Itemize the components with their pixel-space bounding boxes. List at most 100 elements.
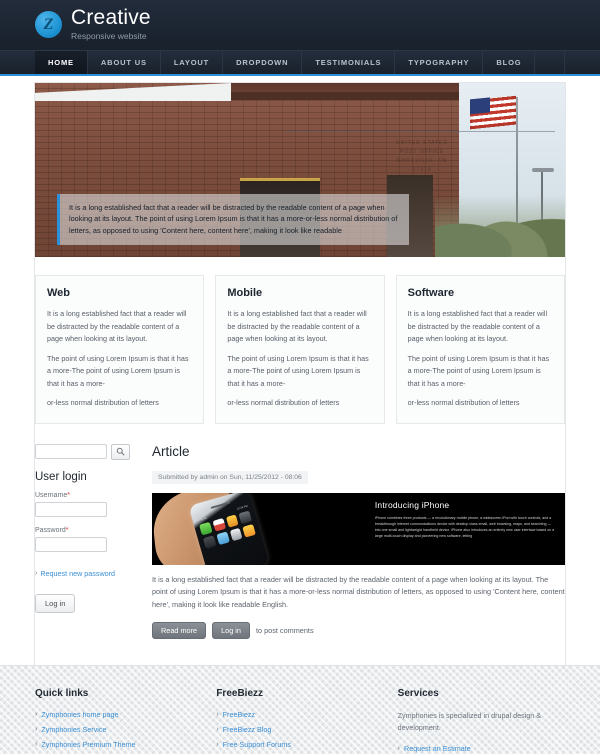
- nav-item-typography[interactable]: TYPOGRAPHY: [395, 51, 484, 74]
- status-carrier: Cingular: [197, 515, 208, 521]
- article-submitted-meta: Submitted by admin on Sun, 11/25/2012 - …: [152, 470, 308, 484]
- footer-link-request-an-estimate[interactable]: › Request an Estimate: [398, 744, 565, 753]
- hero-sign-line-3: KNOXVILLE, TN: [396, 158, 448, 164]
- footer-links-section: Quick links › Zymphonies home page › Zym…: [0, 665, 600, 754]
- stocks-app-icon: [229, 527, 243, 541]
- article-login-button[interactable]: Log in: [212, 622, 250, 639]
- chevron-right-icon: ›: [216, 741, 219, 748]
- nav-item-layout[interactable]: LAYOUT: [161, 51, 224, 74]
- footer-link-zymphonies-home-page[interactable]: › Zymphonies home page: [35, 710, 202, 719]
- required-marker: *: [65, 526, 69, 534]
- footer-link-label: FreeBiezz: [222, 710, 256, 719]
- hero-sign-line-4: 37919: [412, 167, 432, 173]
- footer-link-free-support-forums[interactable]: › Free Support Forums: [216, 740, 383, 749]
- card-paragraph-3: or-less normal distribution of letters: [407, 398, 520, 407]
- footer-link-label: Request an Estimate: [404, 744, 471, 753]
- chevron-right-icon: ›: [397, 745, 400, 752]
- sidebar: User login Username* Password* › Request…: [35, 443, 138, 640]
- password-label-text: Password: [35, 526, 66, 534]
- maps-app-icon: [216, 530, 230, 545]
- brand-subtitle: Responsive website: [71, 31, 147, 41]
- footer-link-label: Free Support Forums: [222, 740, 291, 749]
- footer-column-title: Quick links: [35, 688, 89, 699]
- footer-link-freebiezz[interactable]: › FreeBiezz: [216, 710, 383, 719]
- nav-item-blog[interactable]: BLOG: [483, 51, 536, 74]
- card-web[interactable]: Web It is a long established fact that a…: [35, 275, 205, 424]
- footer-link-label: FreeBiezz Blog: [222, 725, 272, 734]
- card-mobile[interactable]: Mobile It is a long established fact tha…: [215, 275, 385, 424]
- earpiece-icon: [210, 500, 231, 509]
- read-more-button[interactable]: Read more: [152, 622, 207, 639]
- password-input[interactable]: [35, 536, 107, 552]
- card-paragraph-2: The point of using Lorem Ipsum is that i…: [407, 353, 550, 388]
- chevron-right-icon: ›: [35, 711, 38, 718]
- footer-link-label: Zymphonies Service: [41, 725, 107, 734]
- main-navigation: HOME ABOUT US LAYOUT DROPDOWN TESTIMONIA…: [0, 50, 600, 74]
- feature-cards: Web It is a long established fact that a…: [35, 257, 565, 424]
- article-image-iphone-banner: Cingular 12:34 PM Introducing iPhone iPh…: [152, 492, 565, 565]
- nav-spacer: [535, 51, 565, 74]
- iphone-banner-text: Introducing iPhone iPhone combines three…: [371, 493, 565, 565]
- required-marker: *: [67, 491, 71, 499]
- footer-link-freebiezz-blog[interactable]: › FreeBiezz Blog: [216, 725, 383, 734]
- hero-parapet: [231, 92, 459, 100]
- card-paragraph-1: It is a long established fact that a rea…: [47, 309, 187, 343]
- card-paragraph-1: It is a long established fact that a rea…: [227, 309, 367, 343]
- site-brand[interactable]: Z Creative Responsive website: [35, 0, 565, 42]
- page-container: UNITED STATES POST OFFICE KNOXVILLE, TN …: [35, 83, 565, 665]
- page-title: Article: [152, 443, 190, 459]
- us-flag-icon: [470, 94, 516, 130]
- nav-item-home[interactable]: HOME: [35, 51, 88, 74]
- user-login-title: User login: [35, 470, 87, 483]
- content-area: Article Submitted by admin on Sun, 11/25…: [152, 443, 565, 639]
- search-block: [35, 443, 138, 460]
- footer-column-quick-links: Quick links › Zymphonies home page › Zym…: [35, 688, 202, 754]
- card-software[interactable]: Software It is a long established fact t…: [395, 275, 565, 424]
- post-comments-note: to post comments: [256, 626, 314, 635]
- sidebar-login-button[interactable]: Log in: [35, 593, 76, 613]
- username-label-text: Username: [35, 491, 68, 499]
- footer-link-zymphonies-service[interactable]: › Zymphonies Service: [35, 725, 202, 734]
- request-new-password-link[interactable]: › Request new password: [35, 569, 115, 578]
- search-button[interactable]: [111, 443, 130, 460]
- footer-link-zymphonies-premium-theme[interactable]: › Zymphonies Premium Theme: [35, 740, 202, 749]
- footer-column-title: FreeBiezz: [216, 688, 264, 699]
- site-header: Z Creative Responsive website HOME ABOUT…: [0, 0, 600, 76]
- nav-item-dropdown[interactable]: DROPDOWN: [223, 51, 303, 74]
- footer-link-label: Zymphonies Premium Theme: [41, 740, 136, 749]
- brand-title: Creative: [71, 6, 151, 29]
- chevron-right-icon: ›: [35, 726, 38, 733]
- calendar-app-icon: [212, 517, 226, 531]
- card-paragraph-3: or-less normal distribution of letters: [47, 398, 159, 407]
- card-title: Web: [47, 287, 71, 299]
- iphone-banner-body: iPhone combines three products — a revol…: [374, 515, 555, 538]
- card-paragraph-1: It is a long established fact that a rea…: [407, 309, 548, 343]
- status-time: 12:34 PM: [236, 503, 249, 510]
- search-input[interactable]: [35, 444, 107, 459]
- hero-foliage: [435, 195, 565, 257]
- photos-app-icon: [225, 513, 239, 528]
- card-paragraph-2: The point of using Lorem Ipsum is that i…: [227, 353, 369, 388]
- footer-column-title: Services: [397, 688, 439, 699]
- iphone-photo: Cingular 12:34 PM: [152, 492, 371, 565]
- nav-item-about-us[interactable]: ABOUT US: [88, 51, 161, 74]
- hero-sign-line-1: UNITED STATES: [396, 140, 448, 146]
- card-title: Software: [407, 287, 455, 299]
- weather-app-icon: [242, 523, 256, 537]
- logo-icon: Z: [35, 11, 62, 38]
- nav-item-testimonials[interactable]: TESTIMONIALS: [302, 51, 396, 74]
- search-icon: [116, 447, 125, 456]
- footer-column-services: Services Zymphonies is specialized in dr…: [398, 688, 565, 754]
- hero-sign-line-2: POST OFFICE: [399, 149, 445, 155]
- hero-caption: It is a long established fact that a rea…: [57, 193, 409, 245]
- username-input[interactable]: [35, 501, 107, 517]
- footer-column-freebiezz: FreeBiezz › FreeBiezz › FreeBiezz Blog ›…: [216, 688, 383, 754]
- card-paragraph-3: or-less normal distribution of letters: [227, 398, 340, 407]
- iphone-banner-heading: Introducing iPhone: [374, 499, 450, 510]
- chevron-right-icon: ›: [216, 726, 219, 733]
- request-new-password-label: Request new password: [40, 568, 116, 578]
- calculator-app-icon: [202, 534, 217, 548]
- username-label: Username*: [35, 492, 138, 499]
- password-label: Password*: [35, 527, 138, 534]
- logo-mark-letter: Z: [43, 15, 54, 33]
